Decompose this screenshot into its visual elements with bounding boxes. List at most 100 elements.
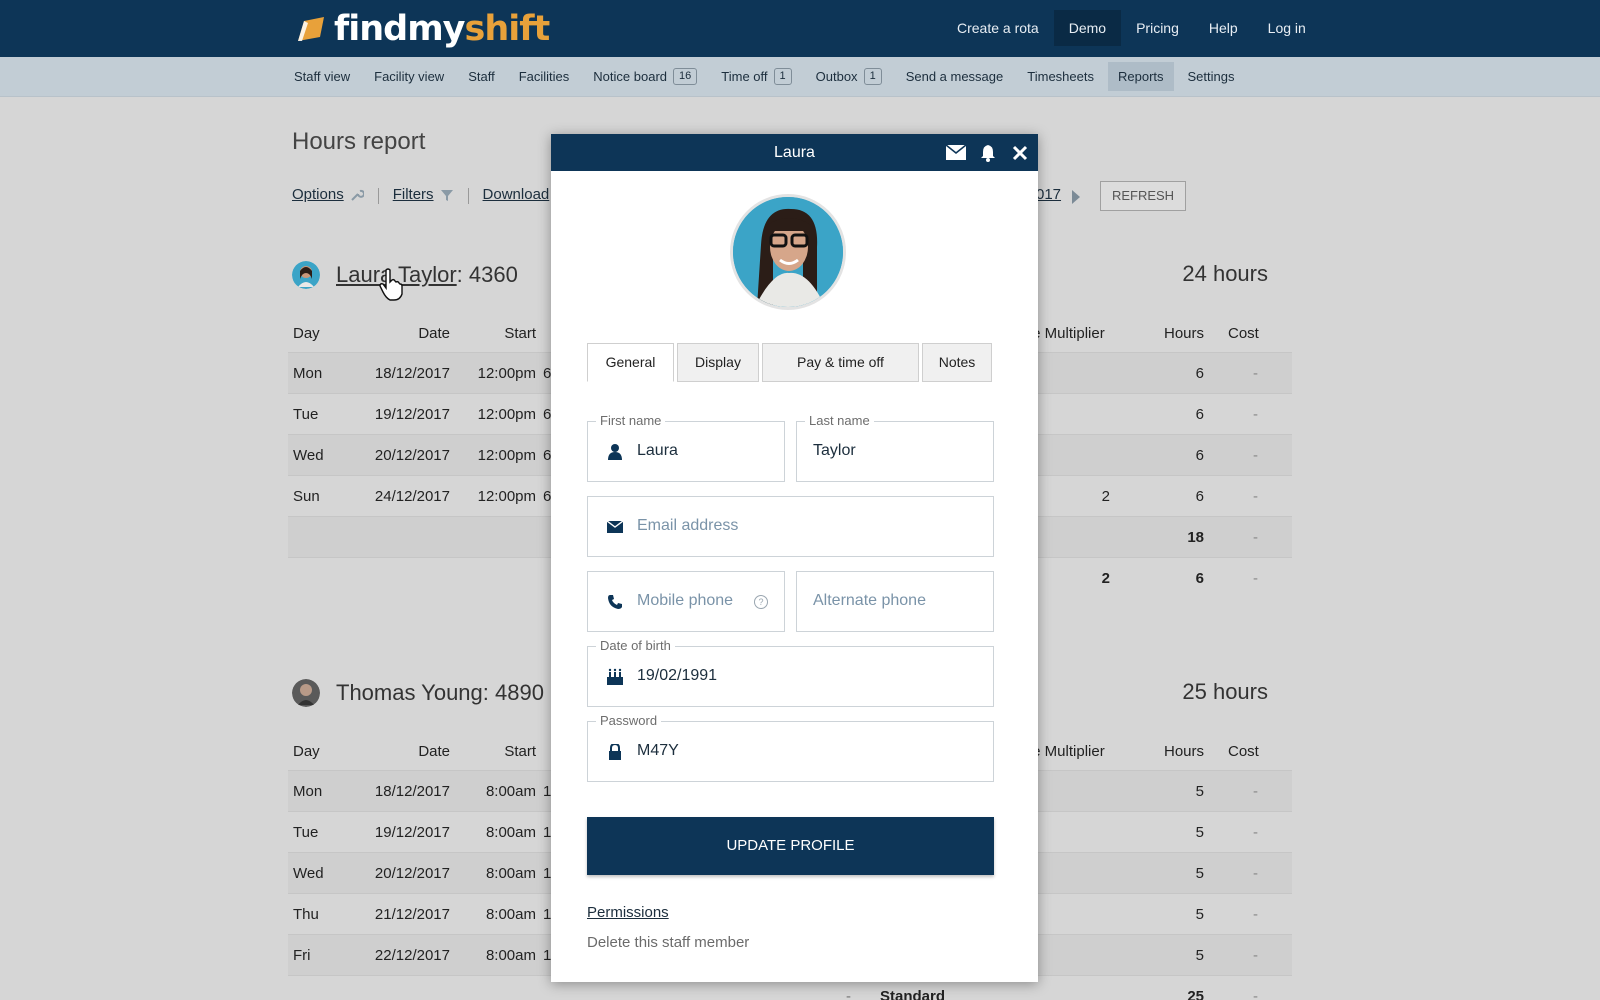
last-name-value: Taylor [813, 442, 856, 459]
subnav-settings[interactable]: Settings [1178, 62, 1245, 91]
envelope-icon [606, 518, 624, 536]
help-icon[interactable]: ? [754, 595, 768, 609]
update-profile-button[interactable]: UPDATE PROFILE [587, 817, 994, 875]
cell-start: 12:00pm [477, 447, 536, 464]
lock-icon [606, 743, 624, 761]
filters-link[interactable]: Filters [393, 186, 434, 204]
nav-demo[interactable]: Demo [1053, 10, 1122, 46]
cell-hours: 6 [1195, 406, 1204, 423]
subnav-staff-view[interactable]: Staff view [284, 62, 360, 91]
subnav-facility-view[interactable]: Facility view [364, 62, 454, 91]
logo-mark-icon [298, 17, 324, 41]
outbox-badge: 1 [863, 68, 882, 85]
tab-general[interactable]: General [587, 343, 674, 382]
date-of-birth-value: 19/02/1991 [637, 667, 718, 684]
cell-date: 20/12/2017 [374, 865, 450, 882]
top-header: findmyshift Create a rota Demo Pricing H… [0, 0, 1600, 57]
last-name-field[interactable]: Last name Taylor [796, 413, 994, 482]
cell-cost: - [1253, 947, 1258, 964]
cell-cost: - [1253, 488, 1258, 505]
cell-start: 12:00pm [477, 406, 536, 423]
nav-help[interactable]: Help [1194, 10, 1253, 46]
cell-cost: - [1253, 988, 1258, 1000]
delete-staff-member-link[interactable]: Delete this staff member [587, 934, 749, 951]
options-link[interactable]: Options [292, 186, 344, 204]
first-name-field[interactable]: First name Laura [587, 413, 785, 482]
envelope-icon[interactable] [946, 143, 966, 163]
password-field[interactable]: Password M47Y [587, 713, 994, 782]
subnav-time-off[interactable]: Time off 1 [711, 62, 801, 91]
cell-cost: - [1253, 447, 1258, 464]
col-cost: Cost [1228, 743, 1259, 760]
findmyshift-logo[interactable]: findmyshift [294, 9, 550, 49]
col-multiplier: te Multiplier [1028, 325, 1105, 342]
download-link[interactable]: Download [483, 186, 550, 204]
cell-cost: - [1253, 783, 1258, 800]
logo-text: findmyshift [334, 9, 550, 49]
subnav-timesheets[interactable]: Timesheets [1017, 62, 1104, 91]
email-field[interactable]: Email address [587, 496, 994, 557]
cell-hours: 5 [1195, 906, 1204, 923]
nav-pricing[interactable]: Pricing [1121, 10, 1194, 46]
subnav-facilities[interactable]: Facilities [509, 62, 580, 91]
nav-create-a-rota[interactable]: Create a rota [942, 10, 1054, 46]
staff-heading: Laura Taylor : 4360 [292, 261, 518, 289]
date-of-birth-field[interactable]: Date of birth 19/02/1991 [587, 638, 994, 707]
filter-icon[interactable] [440, 188, 454, 202]
cell-start: 12:00pm [477, 488, 536, 505]
profile-photo[interactable] [730, 194, 846, 310]
date-range-end[interactable]: 017 [1036, 186, 1061, 203]
password-value: M47Y [637, 742, 679, 759]
tab-display[interactable]: Display [677, 343, 759, 382]
time-off-badge: 1 [773, 68, 792, 85]
cell-hours: 5 [1195, 783, 1204, 800]
tab-notes[interactable]: Notes [922, 343, 992, 382]
cell-day: Thu [293, 906, 319, 923]
subnav-staff[interactable]: Staff [458, 62, 505, 91]
cell-dash: - [846, 988, 851, 1000]
close-icon[interactable] [1010, 143, 1030, 163]
phone-icon [606, 593, 624, 611]
toolbar-divider [377, 188, 379, 204]
cell-day: Tue [293, 824, 319, 841]
sub-nav: Staff view Facility view Staff Facilitie… [0, 57, 1600, 97]
cell-date: 20/12/2017 [374, 447, 450, 464]
user-icon [606, 443, 624, 461]
subnav-reports[interactable]: Reports [1107, 62, 1174, 91]
tab-pay-time-off[interactable]: Pay & time off [762, 343, 919, 382]
col-day: Day [293, 325, 320, 342]
cell-hours: 6 [1195, 447, 1204, 464]
staff-id: : 4890 [482, 680, 544, 705]
permissions-link[interactable]: Permissions [587, 904, 669, 921]
cell-day: Sun [293, 488, 320, 505]
subnav-send-a-message[interactable]: Send a message [896, 62, 1014, 91]
col-date: Date [418, 325, 450, 342]
cell-cost: - [1253, 570, 1258, 587]
cell-date: 18/12/2017 [374, 783, 450, 800]
subnav-outbox[interactable]: Outbox 1 [806, 62, 892, 91]
first-name-value: Laura [637, 442, 678, 459]
mobile-phone-field[interactable]: Mobile phone ? [587, 571, 785, 632]
bell-icon[interactable] [978, 143, 998, 163]
cell-hours: 5 [1195, 824, 1204, 841]
next-period-icon[interactable] [1072, 190, 1080, 204]
mobile-phone-placeholder: Mobile phone [637, 592, 734, 609]
email-placeholder: Email address [637, 517, 739, 534]
refresh-button[interactable]: REFRESH [1100, 181, 1186, 211]
cell-date: 21/12/2017 [374, 906, 450, 923]
staff-total-hours: 25 hours [1182, 679, 1268, 704]
subnav-notice-board[interactable]: Notice board 16 [583, 62, 707, 91]
cell-multiplier: 2 [1101, 570, 1110, 587]
top-nav: Create a rota Demo Pricing Help Log in [942, 10, 1600, 46]
dialog-header: Laura [551, 134, 1038, 171]
wrench-icon[interactable] [350, 188, 364, 202]
hand-cursor-icon [379, 268, 403, 301]
staff-total-hours: 24 hours [1182, 261, 1268, 286]
nav-log-in[interactable]: Log in [1253, 10, 1321, 46]
cell-day: Mon [293, 365, 323, 382]
col-multiplier: te Multiplier [1028, 743, 1105, 760]
alternate-phone-field[interactable]: Alternate phone [796, 571, 994, 632]
cell-hours: 25 [1187, 988, 1204, 1000]
staff-name[interactable]: Thomas Young [336, 680, 483, 706]
col-start: Start [504, 325, 536, 342]
